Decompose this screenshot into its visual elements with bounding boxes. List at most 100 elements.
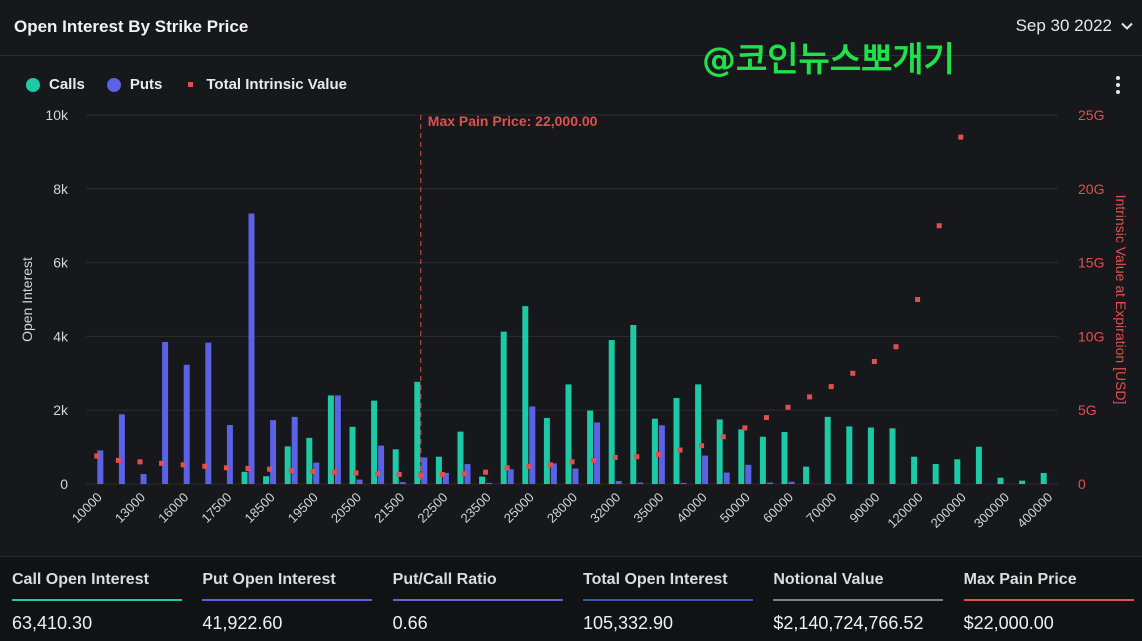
call-bar bbox=[263, 476, 270, 484]
x-tick-label: 23500 bbox=[458, 490, 494, 526]
y2-axis-title: Intrinsic Value at Expiration [USD] bbox=[1113, 195, 1129, 405]
x-tick-label: 70000 bbox=[803, 490, 839, 526]
y2-tick-label: 0 bbox=[1078, 476, 1086, 492]
x-tick-label: 16000 bbox=[155, 490, 191, 526]
intrinsic-point bbox=[699, 443, 705, 449]
call-bar bbox=[522, 306, 529, 484]
put-bar bbox=[637, 482, 644, 484]
intrinsic-point bbox=[526, 463, 532, 469]
call-bar bbox=[392, 449, 399, 484]
call-bar bbox=[241, 471, 248, 484]
x-tick-label: 40000 bbox=[674, 490, 710, 526]
legend-item-puts[interactable]: Puts bbox=[106, 76, 163, 93]
x-tick-label: 22500 bbox=[414, 490, 450, 526]
x-tick-label: 13000 bbox=[112, 490, 148, 526]
puts-swatch bbox=[106, 77, 121, 92]
intrinsic-point bbox=[655, 451, 661, 457]
call-bar bbox=[479, 476, 486, 484]
call-bar bbox=[673, 398, 680, 484]
intrinsic-point bbox=[915, 297, 921, 302]
put-bar bbox=[702, 455, 709, 484]
call-bar bbox=[1040, 472, 1047, 484]
put-bar bbox=[248, 213, 255, 484]
call-bar bbox=[630, 324, 637, 484]
y-tick-label: 10k bbox=[45, 107, 69, 123]
intrinsic-point bbox=[396, 471, 402, 477]
intrinsic-point bbox=[677, 447, 683, 453]
stat-label: Call Open Interest bbox=[12, 571, 149, 588]
y2-tick-label: 10G bbox=[1078, 328, 1104, 344]
intrinsic-point bbox=[375, 471, 381, 477]
intrinsic-point bbox=[828, 384, 834, 390]
x-tick-label: 25000 bbox=[501, 490, 537, 526]
call-bar bbox=[954, 459, 961, 484]
call-bar bbox=[543, 417, 550, 484]
x-tick-label: 50000 bbox=[717, 490, 753, 526]
put-bar bbox=[788, 481, 795, 484]
call-bar bbox=[587, 410, 594, 484]
call-bar bbox=[911, 456, 918, 484]
stat-value: 0.66 bbox=[392, 613, 428, 633]
stat-value: $2,140,724,766.52 bbox=[773, 613, 924, 633]
intrinsic-point bbox=[850, 370, 856, 376]
put-bar bbox=[529, 406, 536, 484]
put-bar bbox=[486, 482, 493, 484]
call-bar bbox=[565, 384, 572, 484]
put-bar bbox=[226, 424, 233, 484]
y-tick-label: 2k bbox=[53, 402, 69, 418]
stat-value: 105,332.90 bbox=[582, 613, 674, 633]
y2-tick-label: 20G bbox=[1078, 181, 1104, 197]
intrinsic-point bbox=[742, 425, 748, 431]
kebab-menu-icon[interactable] bbox=[1114, 76, 1122, 96]
calls-swatch bbox=[26, 77, 40, 92]
call-bar bbox=[846, 426, 853, 484]
call-bar bbox=[781, 431, 788, 484]
put-bar bbox=[680, 482, 687, 484]
stat-underline bbox=[202, 599, 373, 601]
y-axis-title: Open Interest bbox=[19, 257, 35, 342]
stat-value: $22,000.00 bbox=[963, 613, 1054, 633]
x-tick-label: 90000 bbox=[846, 490, 882, 526]
stat-label: Max Pain Price bbox=[963, 571, 1077, 588]
call-bar bbox=[695, 384, 702, 484]
call-bar bbox=[1019, 480, 1026, 484]
legend-label-puts: Puts bbox=[129, 76, 163, 93]
stat-put-open-interest: Put Open Interest 41,922.60 bbox=[202, 557, 373, 641]
put-bar bbox=[572, 468, 579, 484]
call-bar bbox=[824, 416, 831, 484]
put-bar bbox=[766, 482, 773, 484]
y-tick-label: 6k bbox=[53, 255, 69, 271]
put-bar bbox=[594, 422, 601, 484]
call-bar bbox=[306, 437, 313, 484]
stats-bar: Call Open Interest 63,410.30 Put Open In… bbox=[0, 557, 1142, 641]
put-bar bbox=[615, 481, 622, 484]
call-bar bbox=[759, 436, 766, 484]
intrinsic-point bbox=[634, 454, 640, 460]
intrinsic-point bbox=[785, 404, 791, 410]
call-bar bbox=[284, 446, 291, 484]
call-bar bbox=[414, 381, 421, 484]
chart-header: Open Interest By Strike Price Sep 30 202… bbox=[0, 0, 1142, 56]
call-bar bbox=[716, 419, 723, 484]
intrinsic-point bbox=[591, 457, 597, 463]
intrinsic-point bbox=[202, 463, 208, 469]
x-tick-label: 19500 bbox=[285, 490, 321, 526]
legend-item-intrinsic[interactable]: Total Intrinsic Value bbox=[184, 76, 347, 93]
x-tick-label: 300000 bbox=[971, 490, 1012, 531]
watermark-text: @코인뉴스뽀개기 bbox=[702, 40, 955, 80]
put-bar bbox=[723, 472, 730, 484]
intrinsic-point bbox=[483, 469, 489, 475]
put-bar bbox=[378, 445, 385, 484]
stat-label: Put/Call Ratio bbox=[392, 571, 497, 588]
x-tick-label: 21500 bbox=[371, 490, 407, 526]
intrinsic-point bbox=[159, 460, 165, 466]
intrinsic-point bbox=[267, 466, 273, 472]
intrinsic-point bbox=[137, 459, 143, 465]
stat-put-call-ratio: Put/Call Ratio 0.66 bbox=[392, 557, 563, 641]
chart-panel: Open Interest By Strike Price Sep 30 202… bbox=[0, 0, 1142, 557]
legend-item-calls[interactable]: Calls bbox=[26, 76, 85, 93]
expiry-date-dropdown[interactable]: Sep 30 2022 bbox=[1016, 16, 1134, 36]
x-tick-label: 18500 bbox=[242, 490, 278, 526]
y-tick-label: 4k bbox=[53, 328, 69, 344]
intrinsic-point bbox=[353, 470, 359, 476]
